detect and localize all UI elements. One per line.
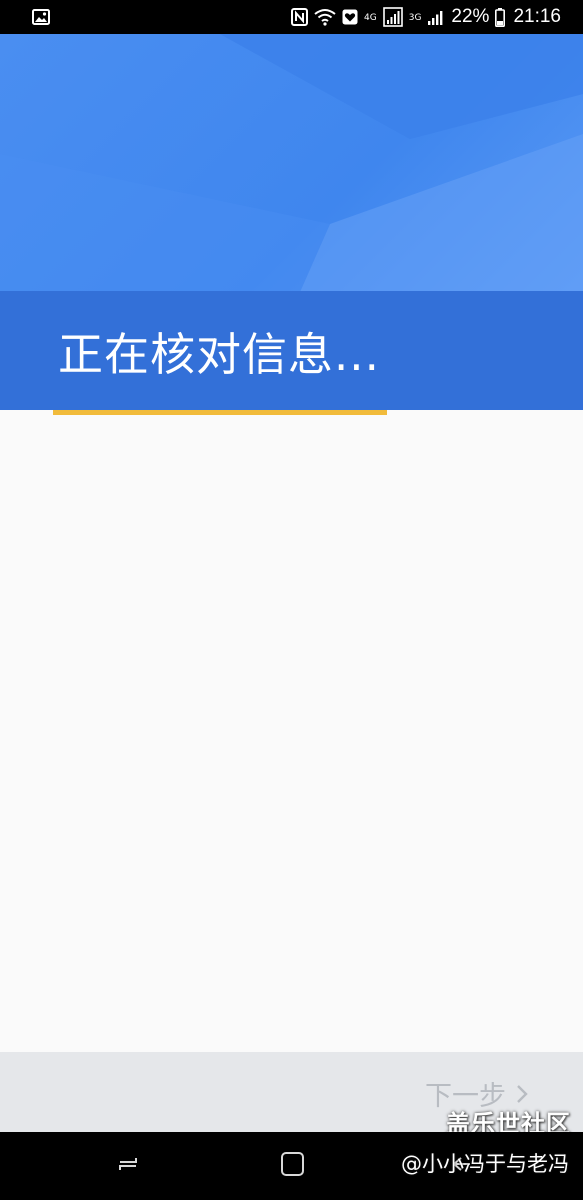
battery-percent: 22% [451,6,490,27]
network-label-4g: 4G [364,13,377,23]
header-background [0,34,583,292]
status-right: 4G 3G 22% 21:16 [285,6,561,28]
home-icon[interactable] [280,1150,306,1178]
recent-apps-icon[interactable] [114,1150,142,1178]
status-bar: 4G 3G 22% 21:16 [0,0,583,34]
signal-icon [427,8,445,26]
page-title: 正在核对信息... [58,328,380,381]
main-content [0,415,583,1052]
bottom-bar: 下一步 盖乐世社区 [0,1052,583,1138]
gallery-icon [32,9,50,25]
watermark-user: @小小冯于与老冯 [401,1152,569,1176]
nfc-icon [291,8,309,26]
wifi-icon [314,8,336,26]
chevron-right-icon [516,1084,528,1104]
status-left [32,9,50,25]
header-decoration [0,34,583,292]
network-label-3g: 3G [408,13,422,23]
nav-bar: @小小冯于与老冯 [0,1132,583,1200]
signal-icon [382,7,403,27]
battery-icon [495,7,506,27]
clock: 21:16 [513,6,561,27]
heart-box-icon [342,9,358,25]
